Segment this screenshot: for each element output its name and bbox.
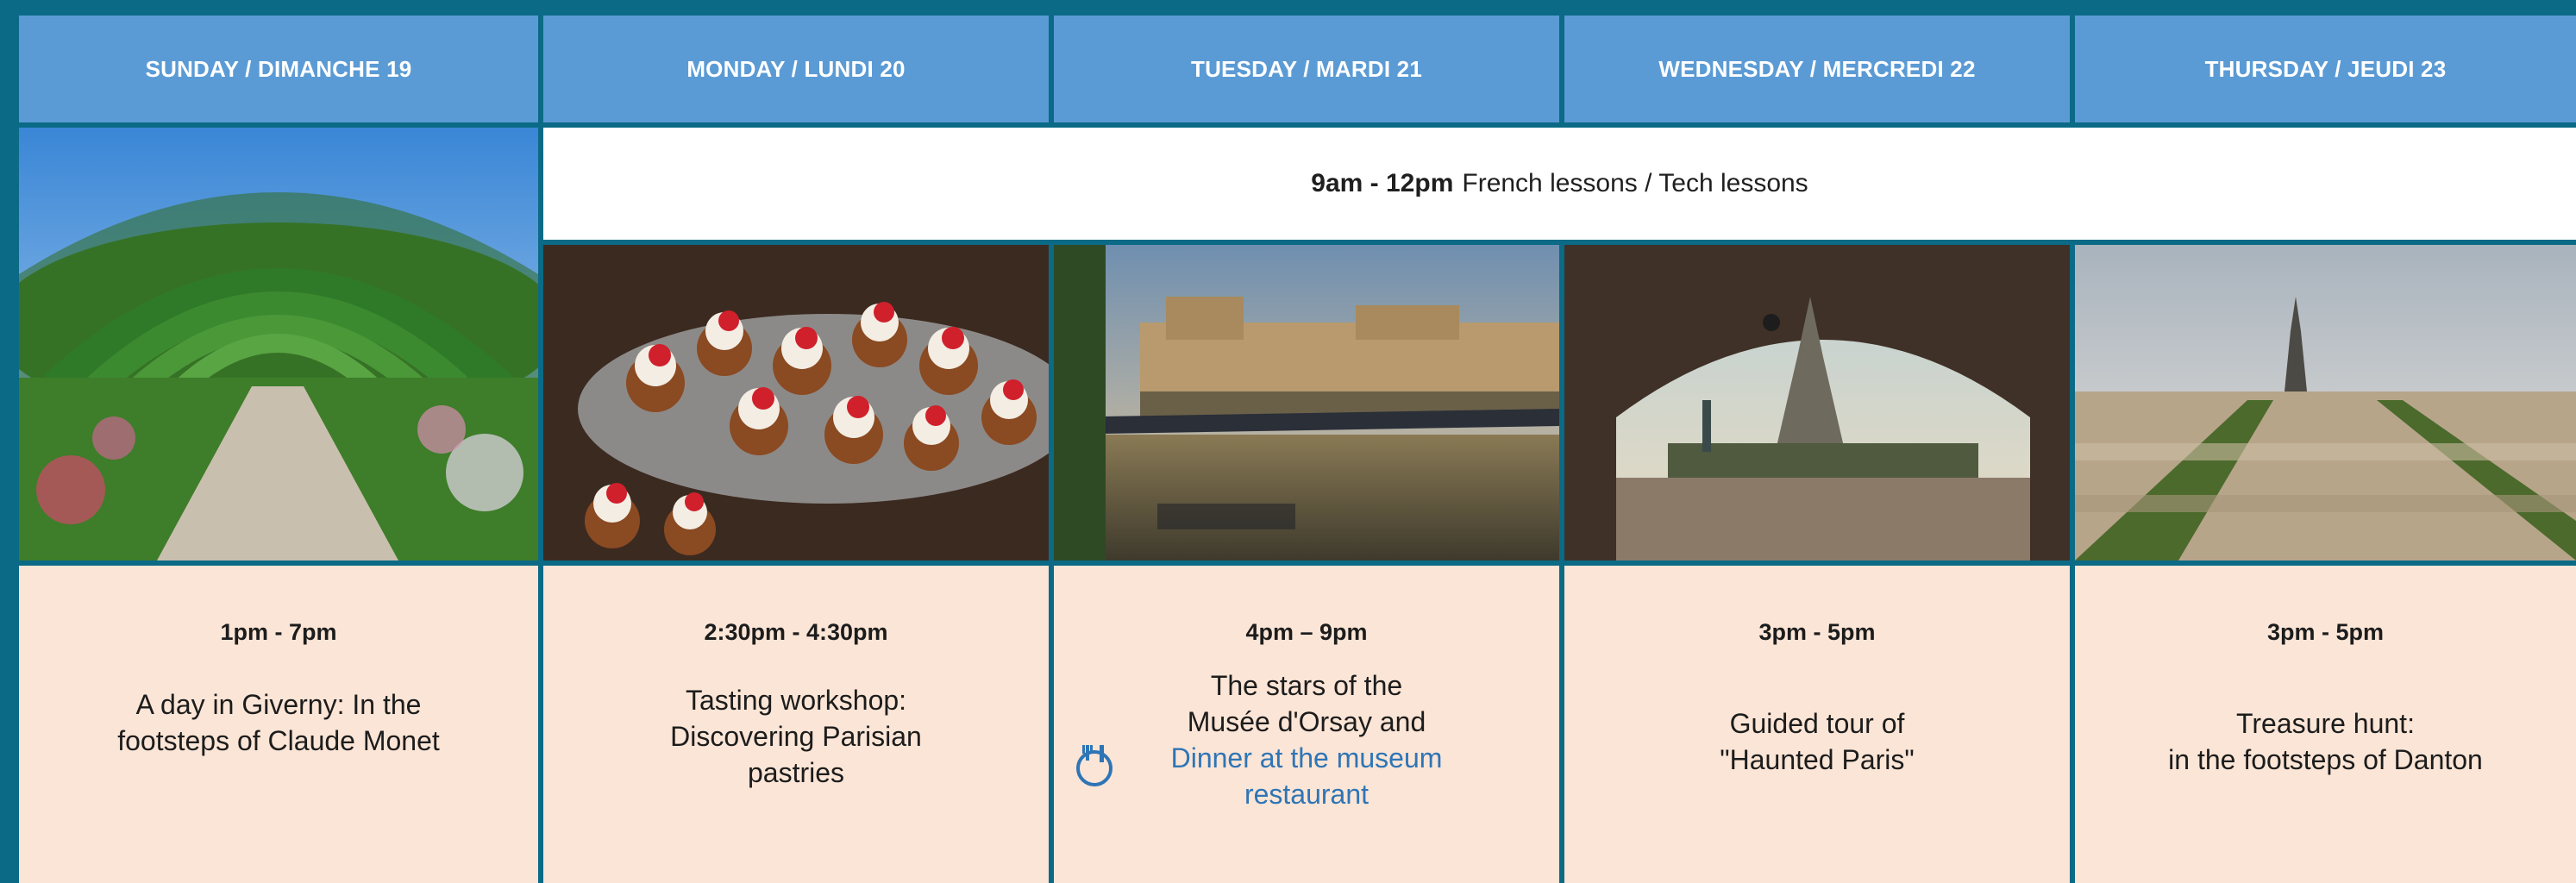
activity-desc-line: in the footsteps of Danton xyxy=(2168,744,2483,775)
activity-description: Treasure hunt: in the footsteps of Danto… xyxy=(2092,705,2559,778)
eiffel-arch-photo xyxy=(1564,245,2070,560)
activity-desc-line: "Haunted Paris" xyxy=(1720,744,1915,775)
activity-desc-line: Discovering Parisian xyxy=(670,721,922,752)
day-header-monday: MONDAY / LUNDI 20 xyxy=(543,16,1049,122)
day-header-thursday: THURSDAY / JEUDI 23 xyxy=(2075,16,2576,122)
activity-desc-line: Tasting workshop: xyxy=(685,685,907,716)
activity-time: 1pm - 7pm xyxy=(220,619,337,645)
activity-desc-line: The stars of the xyxy=(1210,670,1403,701)
giverny-garden-photo xyxy=(19,128,538,560)
activity-tuesday: 4pm – 9pm The stars of the Musée d'Orsay… xyxy=(1054,566,1559,883)
fork-knife-plate-icon xyxy=(1076,745,1113,786)
activity-desc-line: footsteps of Claude Monet xyxy=(117,725,440,756)
weekly-schedule: SUNDAY / DIMANCHE 19 MONDAY / LUNDI 20 T… xyxy=(19,16,2576,883)
activity-time: 3pm - 5pm xyxy=(1758,619,1876,645)
day-header-wednesday: WEDNESDAY / MERCREDI 22 xyxy=(1564,16,2070,122)
paris-aerial-photo xyxy=(2075,245,2576,560)
activity-thursday: 3pm - 5pm Treasure hunt: in the footstep… xyxy=(2075,566,2576,883)
dinner-line: Dinner at the museum xyxy=(1170,742,1443,773)
day-header-sunday: SUNDAY / DIMANCHE 19 xyxy=(19,16,538,122)
pastries-photo xyxy=(543,245,1049,560)
activity-time: 4pm – 9pm xyxy=(1245,619,1368,645)
activity-desc-line: Guided tour of xyxy=(1729,708,1905,739)
activity-description: The stars of the Musée d'Orsay and Dinne… xyxy=(1071,667,1542,812)
activity-desc-line: A day in Giverny: In the xyxy=(135,689,422,720)
activity-description: Tasting workshop: Discovering Parisian p… xyxy=(561,682,1031,791)
activity-desc-line: Musée d'Orsay and xyxy=(1187,706,1426,737)
dinner-line: restaurant xyxy=(1244,779,1369,810)
activity-wednesday: 3pm - 5pm Guided tour of "Haunted Paris" xyxy=(1564,566,2070,883)
activity-desc-line: Treasure hunt: xyxy=(2236,708,2415,739)
activity-description: A day in Giverny: In the footsteps of Cl… xyxy=(36,686,521,759)
activity-monday: 2:30pm - 4:30pm Tasting workshop: Discov… xyxy=(543,566,1049,883)
activity-time: 2:30pm - 4:30pm xyxy=(704,619,888,645)
day-header-tuesday: TUESDAY / MARDI 21 xyxy=(1054,16,1559,122)
activity-desc-line: pastries xyxy=(747,757,845,788)
activity-description: Guided tour of "Haunted Paris" xyxy=(1582,705,2053,778)
lessons-time: 9am - 12pm xyxy=(1311,169,1454,197)
activity-time: 3pm - 5pm xyxy=(2266,619,2385,645)
lessons-band: 9am - 12pm French lessons / Tech lessons xyxy=(543,128,2576,240)
activity-sunday: 1pm - 7pm A day in Giverny: In the foots… xyxy=(19,566,538,883)
lessons-text: French lessons / Tech lessons xyxy=(1462,169,1808,197)
musee-orsay-photo xyxy=(1054,245,1559,560)
